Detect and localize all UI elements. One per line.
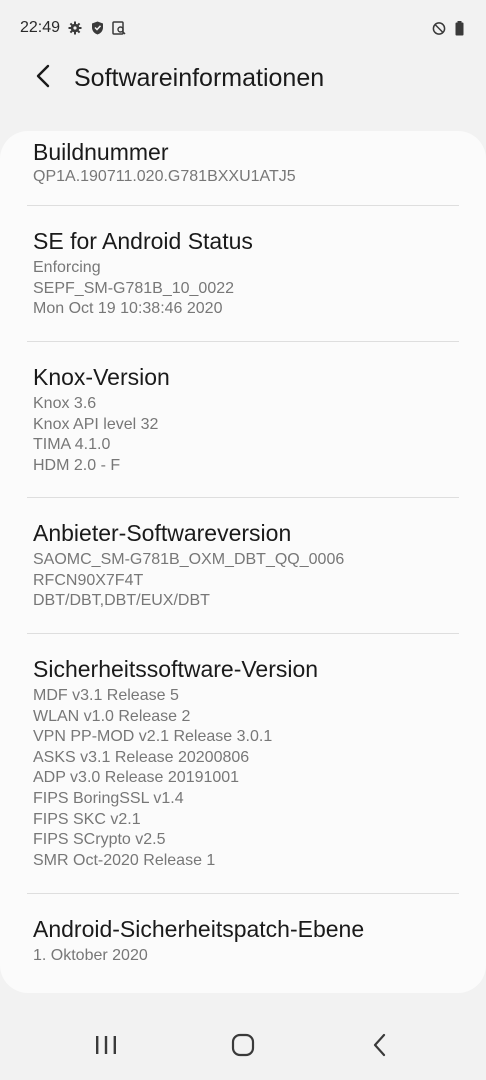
section-title: Android-Sicherheitspatch-Ebene [33, 916, 365, 942]
section-value: Knox API level 32 [33, 415, 159, 433]
section-value: Enforcing [33, 259, 101, 276]
screenshot-search-icon [112, 21, 126, 35]
recent-apps-icon [95, 1035, 117, 1060]
do-not-disturb-icon [432, 21, 446, 35]
section-value: FIPS SCrypto v2.5 [33, 831, 166, 849]
info-card: Buildnummer QP1A.190711.020.G781BXXU1ATJ… [0, 131, 486, 993]
section-title: SE for Android Status [33, 228, 253, 254]
section-value: Knox 3.6 [33, 395, 97, 412]
status-time: 22:49 [20, 19, 61, 36]
section-title: Sicherheitssoftware-Version [33, 656, 319, 682]
section-anbieter-softwareversion[interactable]: Anbieter-Softwareversion SAOMC_SM-G781B_… [0, 498, 486, 633]
back-arrow-icon [34, 64, 54, 93]
battery-icon [452, 20, 466, 35]
recent-apps-button[interactable] [76, 1023, 136, 1073]
home-button[interactable] [213, 1023, 273, 1073]
section-value: MDF v3.1 Release 5 [33, 687, 179, 704]
section-value: QP1A.190711.020.G781BXXU1ATJ5 [33, 168, 296, 185]
back-icon [372, 1033, 388, 1062]
status-right [432, 20, 466, 35]
section-buildnummer[interactable]: Buildnummer QP1A.190711.020.G781BXXU1ATJ… [0, 131, 486, 205]
nav-back-button[interactable] [350, 1023, 410, 1073]
gear-icon [68, 21, 82, 35]
section-android-sicherheitspatch[interactable]: Android-Sicherheitspatch-Ebene 1. Oktobe… [0, 894, 486, 986]
section-title: Anbieter-Softwareversion [33, 520, 292, 546]
shield-icon [90, 21, 104, 35]
section-value: FIPS SKC v2.1 [33, 810, 141, 828]
home-icon [231, 1033, 255, 1062]
section-title: Knox-Version [33, 364, 170, 390]
section-value: SMR Oct-2020 Release 1 [33, 851, 216, 869]
section-title: Buildnummer [33, 139, 169, 165]
app-bar: Softwareinformationen [0, 56, 486, 100]
status-bar: 22:49 [0, 0, 486, 56]
section-sicherheitssoftware-version[interactable]: Sicherheitssoftware-Version MDF v3.1 Rel… [0, 634, 486, 893]
section-value: FIPS BoringSSL v1.4 [33, 789, 184, 807]
section-value: DBT/DBT,DBT/EUX/DBT [33, 592, 210, 610]
section-se-android-status[interactable]: SE for Android Status Enforcing SEPF_SM-… [0, 206, 486, 341]
section-value: HDM 2.0 - F [33, 456, 121, 474]
section-value: 1. Oktober 2020 [33, 947, 148, 964]
navigation-bar [0, 1015, 486, 1080]
section-value: SEPF_SM-G781B_10_0022 [33, 279, 235, 297]
section-value: ASKS v3.1 Release 20200806 [33, 748, 250, 766]
back-button[interactable] [22, 56, 66, 100]
page-title: Softwareinformationen [74, 63, 325, 92]
section-value: VPN PP-MOD v2.1 Release 3.0.1 [33, 728, 273, 746]
section-value: ADP v3.0 Release 20191001 [33, 769, 240, 787]
section-value: WLAN v1.0 Release 2 [33, 707, 191, 725]
section-value: Mon Oct 19 10:38:46 2020 [33, 300, 223, 318]
section-value: RFCN90X7F4T [33, 571, 144, 589]
status-left: 22:49 [20, 19, 126, 37]
section-value: SAOMC_SM-G781B_OXM_DBT_QQ_0006 [33, 551, 345, 568]
section-knox-version[interactable]: Knox-Version Knox 3.6 Knox API level 32 … [0, 342, 486, 497]
section-value: TIMA 4.1.0 [33, 436, 111, 454]
